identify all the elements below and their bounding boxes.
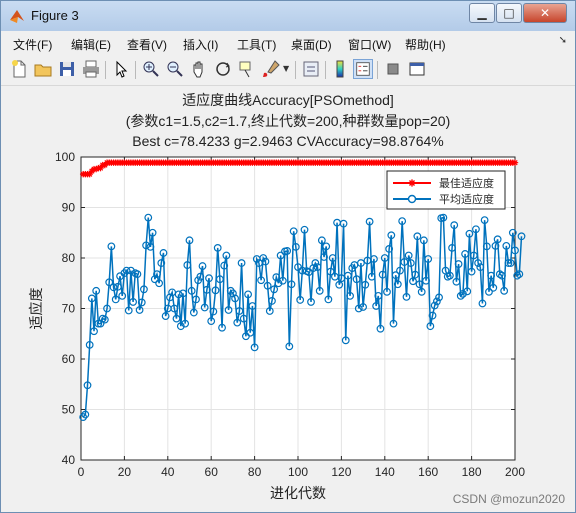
toolbar-separator xyxy=(295,61,296,79)
menu-view[interactable]: 查看(V) xyxy=(127,36,167,53)
legend-label: 最佳适应度 xyxy=(439,176,494,190)
chart-area[interactable]: 0 20 40 60 80 100 120 140 160 180 200 40 50 60 70 80 90 1… xyxy=(3,86,573,510)
x-tick-label: 0 xyxy=(78,465,85,479)
minimize-icon: ▁ xyxy=(477,6,487,20)
toolbar-separator xyxy=(105,61,106,79)
x-axis-label: 进化代数 xyxy=(270,485,326,501)
legend-icon[interactable] xyxy=(353,59,373,79)
menu-edit[interactable]: 编辑(E) xyxy=(71,36,111,53)
menu-file[interactable]: 文件(F) xyxy=(13,36,52,53)
open-file-icon[interactable] xyxy=(33,59,53,79)
window-title: Figure 3 xyxy=(31,8,79,23)
menu-help[interactable]: 帮助(H) xyxy=(405,36,446,53)
legend: 最佳适应度平均适应度 xyxy=(386,170,506,210)
y-tick-label: 40 xyxy=(62,453,76,467)
toolbar: ▼ xyxy=(1,55,575,86)
title-bar: Figure 3 ▁ □ ✕ xyxy=(1,1,575,31)
x-tick-label: 80 xyxy=(248,465,262,479)
brush-dropdown-icon[interactable]: ▼ xyxy=(283,64,289,73)
new-figure-icon[interactable] xyxy=(9,59,29,79)
pan-hand-icon[interactable] xyxy=(189,59,209,79)
arrow-select-icon[interactable] xyxy=(111,59,131,79)
x-tick-label: 120 xyxy=(331,465,351,479)
figure-window: Figure 3 ▁ □ ✕ 文件(F) 编辑(E) 查看(V) 插入(I) 工… xyxy=(0,0,576,513)
menu-insert[interactable]: 插入(I) xyxy=(183,36,218,53)
toolbar-separator xyxy=(377,61,378,79)
maximize-button[interactable]: □ xyxy=(496,3,522,23)
x-tick-label: 180 xyxy=(462,465,482,479)
y-tick-label: 70 xyxy=(62,302,76,316)
matlab-icon xyxy=(10,10,24,23)
y-tick-label: 100 xyxy=(55,150,75,164)
rotate-3d-icon[interactable] xyxy=(213,59,233,79)
y-tick-label: 50 xyxy=(62,403,76,417)
menu-tools[interactable]: 工具(T) xyxy=(237,36,276,53)
toolbar-separator xyxy=(325,61,326,79)
y-tick-label: 60 xyxy=(62,352,76,366)
save-icon[interactable] xyxy=(57,59,77,79)
y-axis-label: 适应度 xyxy=(28,288,44,330)
x-tick-label: 60 xyxy=(205,465,219,479)
x-tick-label: 200 xyxy=(505,465,525,479)
dock-arrow-icon[interactable]: ➘ xyxy=(559,35,567,46)
menu-window[interactable]: 窗口(W) xyxy=(348,36,391,53)
x-tick-label: 100 xyxy=(288,465,308,479)
minimize-button[interactable]: ▁ xyxy=(469,3,495,23)
brush-icon[interactable] xyxy=(261,59,281,79)
zoom-out-icon[interactable] xyxy=(165,59,185,79)
x-tick-label: 40 xyxy=(161,465,175,479)
data-cursor-icon[interactable] xyxy=(237,59,257,79)
hide-plot-tools-icon[interactable] xyxy=(383,59,403,79)
x-tick-label: 160 xyxy=(418,465,438,479)
close-button[interactable]: ✕ xyxy=(523,3,567,23)
x-tick-label: 140 xyxy=(375,465,395,479)
best-fitness-point xyxy=(511,159,519,166)
colorbar-icon[interactable] xyxy=(331,59,351,79)
menu-bar: 文件(F) 编辑(E) 查看(V) 插入(I) 工具(T) 桌面(D) 窗口(W… xyxy=(1,31,575,55)
show-plot-tools-icon[interactable] xyxy=(407,59,427,79)
y-tick-label: 90 xyxy=(62,201,76,215)
maximize-icon: □ xyxy=(503,6,515,20)
toolbar-separator xyxy=(135,61,136,79)
link-plot-icon[interactable] xyxy=(301,59,321,79)
figure-canvas: 适应度曲线Accuracy[PSOmethod] (参数c1=1.5,c2=1.… xyxy=(3,86,573,510)
watermark: CSDN @mozun2020 xyxy=(452,492,565,506)
y-tick-label: 80 xyxy=(62,251,76,265)
zoom-in-icon[interactable] xyxy=(141,59,161,79)
legend-marker-sample xyxy=(407,194,417,204)
menu-desktop[interactable]: 桌面(D) xyxy=(291,36,332,53)
x-tick-label: 20 xyxy=(118,465,132,479)
close-icon: ✕ xyxy=(539,6,551,20)
legend-label: 平均适应度 xyxy=(439,192,494,206)
print-icon[interactable] xyxy=(81,59,101,79)
